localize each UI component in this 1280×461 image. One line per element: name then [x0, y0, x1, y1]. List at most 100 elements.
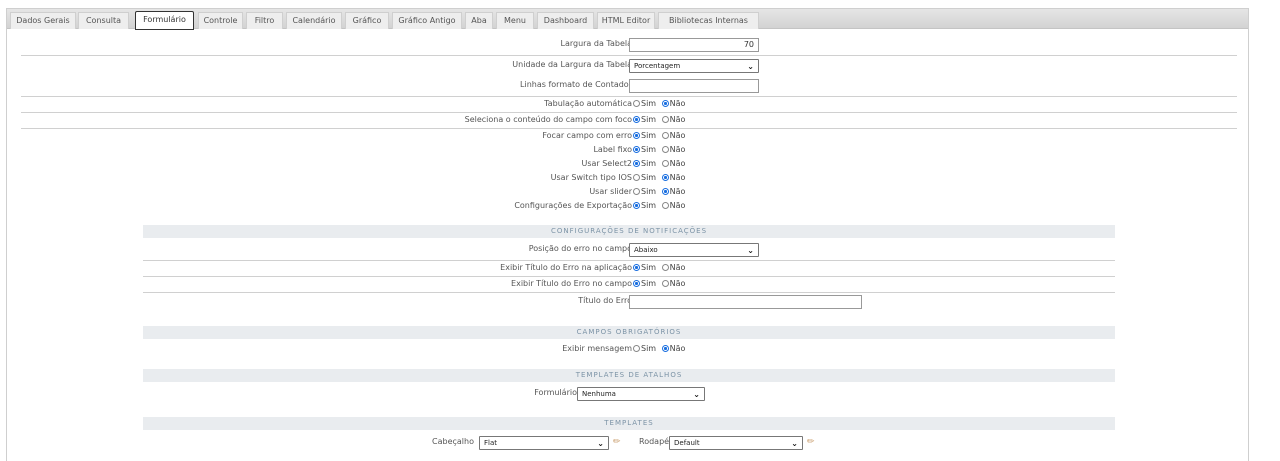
tab-formulario[interactable]: Formulário: [135, 11, 194, 30]
select2-radio-sim[interactable]: [633, 160, 640, 167]
row-select2: Usar Select2 Sim Não: [7, 157, 1250, 171]
show-message-radio-group: Sim Não: [633, 342, 688, 356]
focus-error-radio-sim[interactable]: [633, 132, 640, 139]
row-width-unit: Unidade da Largura da Tabela Porcentagem…: [7, 58, 1250, 73]
radio-label-sim: Sim: [641, 263, 657, 272]
row-shortcut-form: Formulário Nenhuma ⌄: [7, 386, 1250, 401]
row-show-title-app: Exibir Título do Erro na aplicação Sim N…: [7, 261, 1250, 275]
application-frame: Dados Gerais Consulta Formulário Control…: [6, 8, 1249, 461]
auto-tab-label: Tabulação automática: [544, 99, 632, 108]
focus-error-label: Focar campo com erro: [542, 131, 632, 140]
focus-error-radio-group: Sim Não: [633, 129, 688, 143]
show-title-field-radio-sim[interactable]: [633, 280, 640, 287]
show-title-app-radio-nao[interactable]: [661, 264, 669, 271]
section-header-notifications: CONFIGURAÇÕES DE NOTIFICAÇÕES: [143, 225, 1115, 238]
show-title-app-radio-sim[interactable]: [633, 264, 640, 271]
tab-menu[interactable]: Menu: [496, 12, 534, 29]
auto-tab-radio-sim[interactable]: [633, 100, 640, 107]
template-header-select[interactable]: Flat ⌄: [479, 436, 609, 450]
row-focus-error: Focar campo com erro Sim Não: [7, 129, 1250, 143]
row-error-position: Posição do erro no campo Abaixo ⌄: [7, 242, 1250, 257]
table-width-input[interactable]: 70: [629, 38, 759, 52]
error-position-label: Posição do erro no campo: [528, 244, 632, 253]
tab-dashboard[interactable]: Dashboard: [537, 12, 594, 29]
tab-calendario[interactable]: Calendário: [286, 12, 342, 29]
select2-label: Usar Select2: [581, 159, 632, 168]
label-fixed-radio-group: Sim Não: [633, 143, 688, 157]
tab-consulta[interactable]: Consulta: [78, 12, 129, 29]
radio-label-sim: Sim: [641, 187, 657, 196]
error-title-label: Título do Erro: [578, 296, 632, 305]
show-message-radio-nao[interactable]: [661, 345, 669, 352]
label-fixed-radio-sim[interactable]: [633, 146, 640, 153]
section-header-shortcuts: TEMPLATES DE ATALHOS: [143, 369, 1115, 382]
table-width-label: Largura da Tabela: [560, 39, 632, 48]
chevron-down-icon: ⌄: [747, 62, 754, 71]
radio-label-sim: Sim: [641, 201, 657, 210]
tab-filtro[interactable]: Filtro: [246, 12, 283, 29]
select-focus-radio-sim[interactable]: [633, 116, 640, 123]
export-config-radio-nao[interactable]: [661, 202, 669, 209]
edit-header-icon[interactable]: ✏: [613, 437, 622, 447]
tab-html-editor[interactable]: HTML Editor: [597, 12, 655, 29]
show-title-field-label: Exibir Título do Erro no campo: [511, 279, 632, 288]
export-config-radio-sim[interactable]: [633, 202, 640, 209]
show-message-label: Exibir mensagem: [562, 344, 632, 353]
focus-error-radio-nao[interactable]: [661, 132, 669, 139]
switch-ios-radio-nao[interactable]: [661, 174, 669, 181]
radio-label-nao: Não: [669, 201, 686, 210]
radio-label-nao: Não: [669, 145, 686, 154]
error-position-value: Abaixo: [634, 246, 658, 254]
radio-label-sim: Sim: [641, 344, 657, 353]
switch-ios-radio-group: Sim Não: [633, 171, 688, 185]
chevron-down-icon: ⌄: [747, 246, 754, 255]
radio-label-nao: Não: [669, 131, 686, 140]
show-message-radio-sim[interactable]: [633, 345, 640, 352]
select-focus-radio-nao[interactable]: [661, 116, 669, 123]
radio-label-nao: Não: [669, 263, 686, 272]
row-select-focus: Seleciona o conteúdo do campo com foco S…: [7, 113, 1250, 127]
radio-label-nao: Não: [669, 159, 686, 168]
width-unit-label: Unidade da Largura da Tabela: [512, 60, 632, 69]
edit-footer-icon[interactable]: ✏: [807, 437, 816, 447]
tab-grafico[interactable]: Gráfico: [345, 12, 389, 29]
shortcut-form-select[interactable]: Nenhuma ⌄: [577, 387, 705, 401]
tab-bibliotecas-internas[interactable]: Bibliotecas Internas: [658, 12, 759, 29]
radio-label-nao: Não: [669, 115, 686, 124]
counter-lines-input[interactable]: [629, 79, 759, 93]
select-focus-label: Seleciona o conteúdo do campo com foco: [464, 115, 632, 124]
radio-label-nao: Não: [669, 279, 686, 288]
label-fixed-radio-nao[interactable]: [661, 146, 669, 153]
width-unit-select[interactable]: Porcentagem ⌄: [629, 59, 759, 73]
row-auto-tab: Tabulação automática Sim Não: [7, 97, 1250, 111]
template-header-label: Cabeçalho: [432, 437, 474, 446]
slider-label: Usar slider: [589, 187, 632, 196]
width-unit-value: Porcentagem: [634, 62, 681, 70]
select2-radio-group: Sim Não: [633, 157, 688, 171]
select2-radio-nao[interactable]: [661, 160, 669, 167]
tab-controle[interactable]: Controle: [198, 12, 243, 29]
select-focus-radio-group: Sim Não: [633, 113, 688, 127]
auto-tab-radio-nao[interactable]: [661, 100, 669, 107]
template-footer-select[interactable]: Default ⌄: [669, 436, 803, 450]
auto-tab-radio-group: Sim Não: [633, 97, 688, 111]
tab-aba[interactable]: Aba: [465, 12, 493, 29]
row-slider: Usar slider Sim Não: [7, 185, 1250, 199]
error-title-input[interactable]: [629, 295, 862, 309]
switch-ios-label: Usar Switch tipo IOS: [550, 173, 632, 182]
error-position-select[interactable]: Abaixo ⌄: [629, 243, 759, 257]
radio-label-sim: Sim: [641, 159, 657, 168]
switch-ios-radio-sim[interactable]: [633, 174, 640, 181]
counter-lines-label: Linhas formato de Contador: [520, 80, 632, 89]
tab-grafico-antigo[interactable]: Gráfico Antigo: [392, 12, 462, 29]
slider-radio-nao[interactable]: [661, 188, 669, 195]
slider-radio-sim[interactable]: [633, 188, 640, 195]
show-title-field-radio-nao[interactable]: [661, 280, 669, 287]
template-footer-label: Rodapé: [639, 437, 670, 446]
template-footer-value: Default: [674, 439, 700, 447]
tab-dados-gerais[interactable]: Dados Gerais: [10, 12, 76, 29]
chevron-down-icon: ⌄: [597, 439, 604, 448]
radio-label-sim: Sim: [641, 145, 657, 154]
shortcut-form-label: Formulário: [534, 388, 577, 397]
divider: [143, 292, 1115, 293]
